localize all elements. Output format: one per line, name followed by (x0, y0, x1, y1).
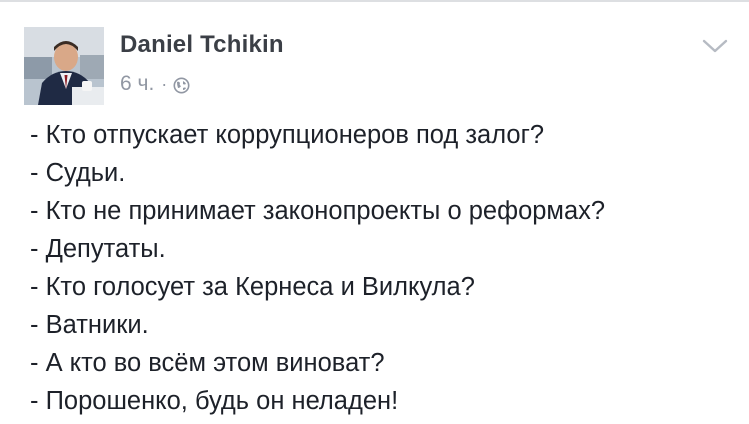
meta-separator: · (161, 73, 168, 94)
post-text-line: - Кто отпускает коррупционеров под залог… (30, 121, 545, 149)
author-name[interactable]: Daniel Tchikin (120, 31, 284, 59)
globe-icon[interactable] (173, 76, 190, 93)
post-text-line: - Кто не принимает законопроекты о рефор… (30, 197, 606, 225)
top-divider (0, 0, 749, 2)
post-time[interactable]: 6 ч. (120, 72, 154, 96)
post-text-line: - Депутаты. (30, 235, 166, 263)
post-text-line: - А кто во всём этом виноват? (30, 349, 385, 377)
post-text-line: - Кто голосует за Кернеса и Вилкула? (30, 273, 475, 301)
post-text-line: - Судьи. (30, 159, 126, 187)
chevron-down-icon[interactable] (700, 36, 730, 56)
post-text-line: - Порошенко, будь он неладен! (30, 387, 399, 415)
post-text: - Кто отпускает коррупционеров под залог… (30, 116, 605, 420)
avatar-photo (24, 27, 104, 105)
avatar[interactable] (24, 27, 104, 105)
post-text-line: - Ватники. (30, 311, 149, 339)
post-meta: 6 ч. · (120, 72, 190, 96)
